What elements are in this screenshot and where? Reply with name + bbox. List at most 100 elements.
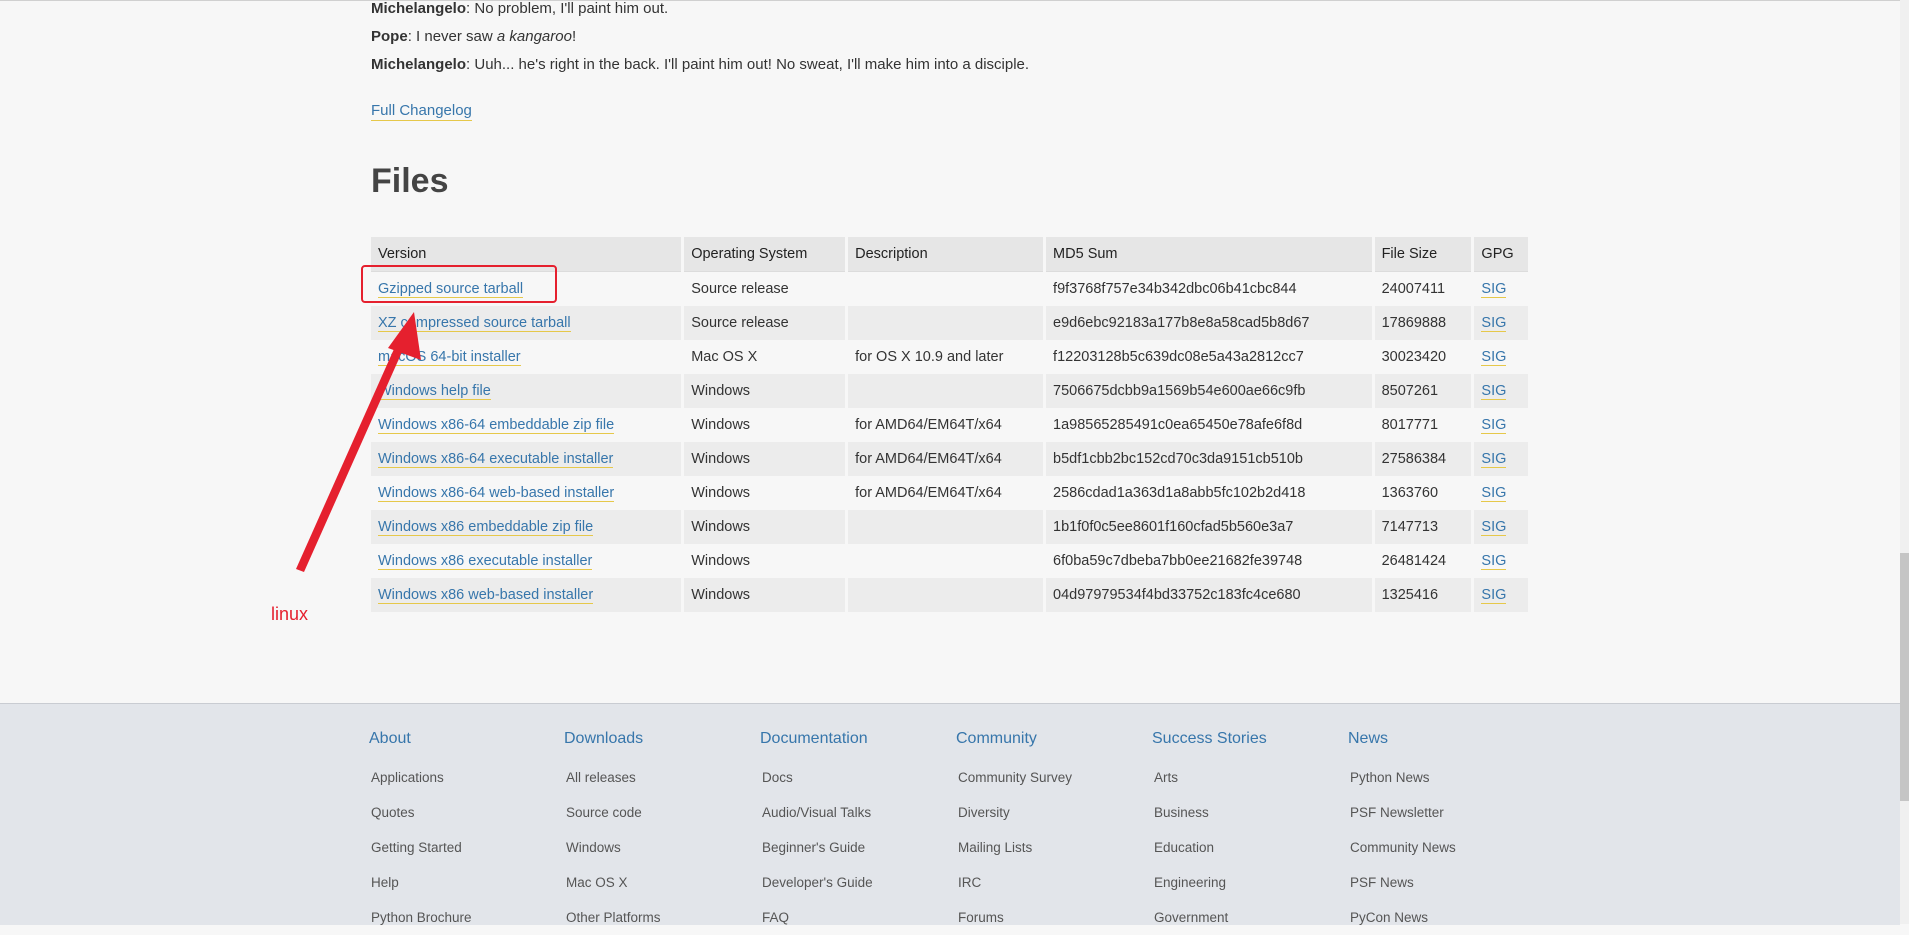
footer-heading-community[interactable]: Community bbox=[956, 730, 1146, 748]
footer-link[interactable]: Help bbox=[369, 865, 559, 900]
footer-link[interactable]: Python News bbox=[1348, 760, 1538, 795]
os-cell: Windows bbox=[684, 374, 846, 408]
sig-link[interactable]: SIG bbox=[1481, 451, 1507, 468]
md5-cell: b5df1cbb2bc152cd70c3da9151cb510b bbox=[1046, 442, 1372, 476]
download-link-macos-installer[interactable]: macOS 64-bit installer bbox=[378, 349, 521, 366]
gpg-cell: SIG bbox=[1474, 272, 1528, 306]
footer-link[interactable]: Diversity bbox=[956, 795, 1146, 830]
size-cell: 1363760 bbox=[1374, 476, 1472, 510]
download-link-win32-embeddable-zip[interactable]: Windows x86 embeddable zip file bbox=[378, 519, 594, 536]
footer-link[interactable]: Applications bbox=[369, 760, 559, 795]
dialog-emphasis: a kangaroo bbox=[496, 28, 572, 45]
sig-link[interactable]: SIG bbox=[1481, 383, 1507, 400]
version-cell: Windows x86-64 executable installer bbox=[371, 442, 682, 476]
sig-link[interactable]: SIG bbox=[1481, 519, 1507, 536]
size-cell: 1325416 bbox=[1374, 578, 1472, 612]
description-cell bbox=[848, 510, 1044, 544]
scrollbar-thumb[interactable] bbox=[1900, 553, 1909, 801]
table-row: Windows x86 executable installer Windows… bbox=[371, 544, 1528, 578]
footer-link[interactable]: Docs bbox=[760, 760, 950, 795]
size-cell: 17869888 bbox=[1374, 306, 1472, 340]
footer-link[interactable]: FAQ bbox=[760, 900, 950, 935]
dialog-text: ! bbox=[571, 28, 577, 45]
sig-link[interactable]: SIG bbox=[1481, 417, 1507, 434]
footer-link[interactable]: Getting Started bbox=[369, 830, 559, 865]
version-cell: macOS 64-bit installer bbox=[371, 340, 682, 374]
md5-cell: f12203128b5c639dc08e5a43a2812cc7 bbox=[1046, 340, 1372, 374]
footer-link[interactable]: Mailing Lists bbox=[956, 830, 1146, 865]
download-link-windows-help-file[interactable]: Windows help file bbox=[378, 383, 491, 400]
footer-link[interactable]: Developer's Guide bbox=[760, 865, 950, 900]
description-cell bbox=[848, 544, 1044, 578]
sig-link[interactable]: SIG bbox=[1481, 281, 1507, 298]
footer-heading-news[interactable]: News bbox=[1348, 730, 1538, 748]
dialog-line-2: Pope: I never saw a kangaroo! bbox=[371, 23, 1371, 51]
footer-link[interactable]: Business bbox=[1152, 795, 1342, 830]
download-link-win64-web-installer[interactable]: Windows x86-64 web-based installer bbox=[378, 485, 615, 502]
footer-link[interactable]: Other Platforms bbox=[564, 900, 754, 935]
site-footer: About Applications Quotes Getting Starte… bbox=[0, 703, 1900, 925]
description-cell: for AMD64/EM64T/x64 bbox=[848, 408, 1044, 442]
footer-link[interactable]: Community Survey bbox=[956, 760, 1146, 795]
sig-link[interactable]: SIG bbox=[1481, 485, 1507, 502]
download-link-win64-executable-installer[interactable]: Windows x86-64 executable installer bbox=[378, 451, 614, 468]
footer-link[interactable]: Forums bbox=[956, 900, 1146, 935]
md5-cell: 04d97979534f4bd33752c183fc4ce680 bbox=[1046, 578, 1372, 612]
download-link-win32-executable-installer[interactable]: Windows x86 executable installer bbox=[378, 553, 593, 570]
footer-heading-success-stories[interactable]: Success Stories bbox=[1152, 730, 1342, 748]
size-cell: 8017771 bbox=[1374, 408, 1472, 442]
footer-link[interactable]: Engineering bbox=[1152, 865, 1342, 900]
version-cell: Windows x86 executable installer bbox=[371, 544, 682, 578]
footer-link[interactable]: PSF Newsletter bbox=[1348, 795, 1538, 830]
sig-link[interactable]: SIG bbox=[1481, 587, 1507, 604]
full-changelog-link[interactable]: Full Changelog bbox=[371, 101, 472, 121]
footer-link[interactable]: All releases bbox=[564, 760, 754, 795]
header-operating-system: Operating System bbox=[684, 237, 846, 272]
footer-link[interactable]: Government bbox=[1152, 900, 1342, 935]
files-heading: Files bbox=[371, 162, 449, 200]
download-link-win64-embeddable-zip[interactable]: Windows x86-64 embeddable zip file bbox=[378, 417, 615, 434]
footer-link[interactable]: PSF News bbox=[1348, 865, 1538, 900]
footer-heading-downloads[interactable]: Downloads bbox=[564, 730, 754, 748]
footer-link[interactable]: Education bbox=[1152, 830, 1342, 865]
footer-link[interactable]: Community News bbox=[1348, 830, 1538, 865]
footer-link[interactable]: Mac OS X bbox=[564, 865, 754, 900]
gpg-cell: SIG bbox=[1474, 374, 1528, 408]
footer-link[interactable]: Source code bbox=[564, 795, 754, 830]
sig-link[interactable]: SIG bbox=[1481, 553, 1507, 570]
dialog-line-3: Michelangelo: Uuh... he's right in the b… bbox=[371, 51, 1371, 79]
os-cell: Source release bbox=[684, 306, 846, 340]
size-cell: 30023420 bbox=[1374, 340, 1472, 374]
sig-link[interactable]: SIG bbox=[1481, 315, 1507, 332]
gpg-cell: SIG bbox=[1474, 578, 1528, 612]
table-row: Windows x86-64 embeddable zip file Windo… bbox=[371, 408, 1528, 442]
footer-heading-documentation[interactable]: Documentation bbox=[760, 730, 950, 748]
description-cell: for AMD64/EM64T/x64 bbox=[848, 476, 1044, 510]
table-row: Windows x86 web-based installer Windows … bbox=[371, 578, 1528, 612]
footer-link[interactable]: Quotes bbox=[369, 795, 559, 830]
table-row: macOS 64-bit installer Mac OS X for OS X… bbox=[371, 340, 1528, 374]
footer-column-about: About Applications Quotes Getting Starte… bbox=[369, 730, 559, 935]
footer-link[interactable]: Beginner's Guide bbox=[760, 830, 950, 865]
download-link-win32-web-installer[interactable]: Windows x86 web-based installer bbox=[378, 587, 594, 604]
footer-link[interactable]: Windows bbox=[564, 830, 754, 865]
gpg-cell: SIG bbox=[1474, 476, 1528, 510]
footer-link[interactable]: Arts bbox=[1152, 760, 1342, 795]
size-cell: 27586384 bbox=[1374, 442, 1472, 476]
footer-link[interactable]: Audio/Visual Talks bbox=[760, 795, 950, 830]
download-link-xz-source-tarball[interactable]: XZ compressed source tarball bbox=[378, 315, 571, 332]
dialog-text: : No problem, I'll paint him out. bbox=[466, 0, 669, 17]
dialog-line-1: Michelangelo: No problem, I'll paint him… bbox=[371, 0, 1371, 23]
os-cell: Windows bbox=[684, 408, 846, 442]
version-cell: Windows x86-64 web-based installer bbox=[371, 476, 682, 510]
footer-heading-about[interactable]: About bbox=[369, 730, 559, 748]
footer-column-community: Community Community Survey Diversity Mai… bbox=[956, 730, 1146, 935]
footer-link[interactable]: PyCon News bbox=[1348, 900, 1538, 935]
page-scrollbar[interactable] bbox=[1900, 0, 1909, 924]
footer-link[interactable]: IRC bbox=[956, 865, 1146, 900]
description-cell bbox=[848, 272, 1044, 306]
dialog-speaker: Pope bbox=[371, 28, 408, 45]
sig-link[interactable]: SIG bbox=[1481, 349, 1507, 366]
footer-link[interactable]: Python Brochure bbox=[369, 900, 559, 935]
description-cell: for AMD64/EM64T/x64 bbox=[848, 442, 1044, 476]
